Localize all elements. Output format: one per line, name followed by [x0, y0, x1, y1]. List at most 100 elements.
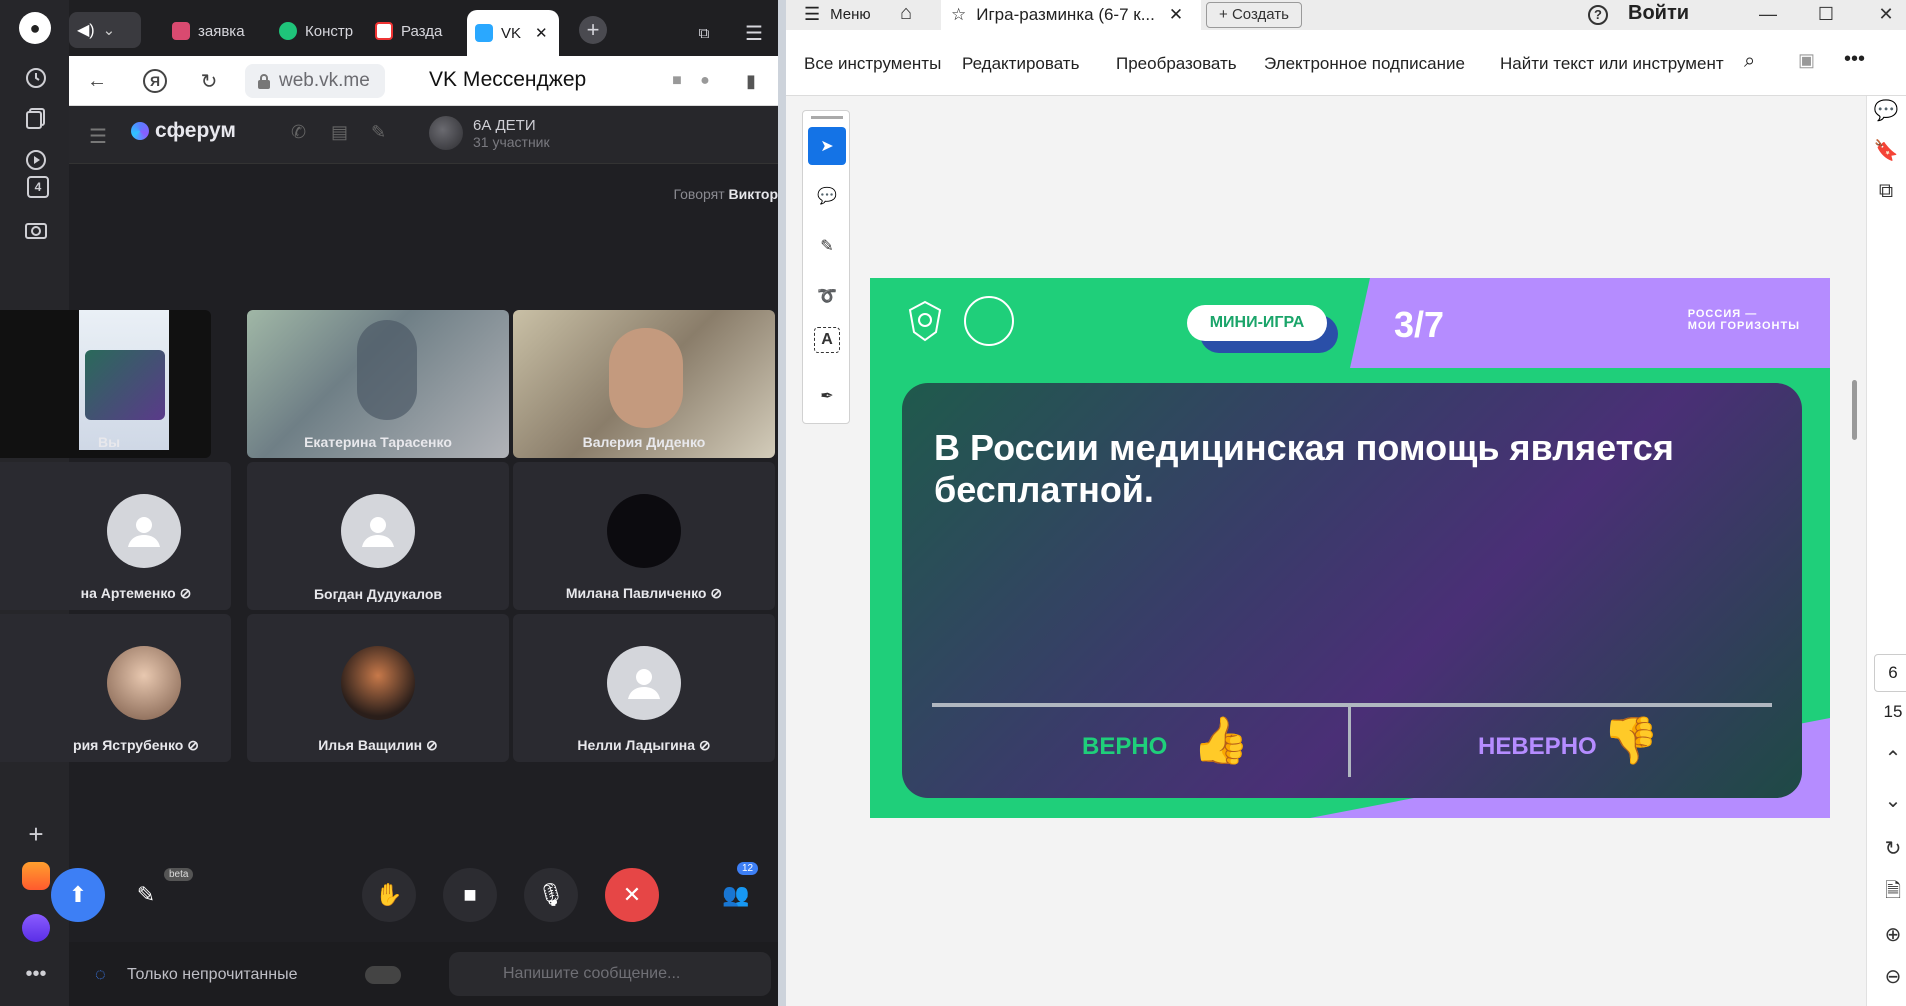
- default-avatar: [107, 494, 181, 568]
- shared-slide-thumbnail: [85, 350, 165, 420]
- all-tools-menu[interactable]: Все инструменты: [804, 54, 941, 74]
- bookmark-icon[interactable]: ▮: [739, 69, 763, 93]
- zoom-out-icon[interactable]: ⊖: [1876, 962, 1906, 992]
- mail-app-icon[interactable]: [22, 862, 50, 890]
- menu-label: Меню: [830, 6, 871, 23]
- history-icon[interactable]: [22, 64, 50, 92]
- freehand-draw-icon[interactable]: ➰: [808, 277, 846, 315]
- participant-tile[interactable]: рия Яструбенко ⊘: [0, 614, 231, 762]
- login-button[interactable]: Войти: [1628, 2, 1689, 25]
- menu-button[interactable]: ☰ Меню: [804, 4, 871, 25]
- new-tab-button[interactable]: +: [579, 16, 607, 44]
- comments-panel-icon[interactable]: 💬: [1869, 96, 1903, 126]
- unread-filter-icon: ◌: [95, 964, 106, 984]
- participant-tile[interactable]: Валерия Диденко: [513, 310, 775, 458]
- camera-button[interactable]: ■: [443, 868, 497, 922]
- participant-tile-self[interactable]: Вы: [0, 310, 211, 458]
- tabs-menu-icon[interactable]: ⧉: [689, 14, 719, 52]
- participant-name-row: на Артеменко ⊘: [41, 585, 231, 602]
- page-number-input[interactable]: 6: [1874, 654, 1906, 692]
- yandex-logo-icon[interactable]: Я: [143, 69, 167, 93]
- reload-icon[interactable]: ↻: [197, 69, 221, 93]
- tab-vk[interactable]: VK ✕: [467, 10, 559, 56]
- mic-off-icon: ⊘: [426, 737, 438, 753]
- default-avatar: [341, 494, 415, 568]
- vk-menu-icon[interactable]: ☰: [89, 124, 107, 149]
- archive-icon[interactable]: ▤: [331, 122, 348, 143]
- text-box-icon[interactable]: A: [814, 327, 840, 353]
- minimize-icon[interactable]: —: [1756, 0, 1780, 28]
- play-icon[interactable]: [22, 146, 50, 174]
- message-input[interactable]: Напишите сообщение...: [449, 952, 771, 996]
- coat-of-arms-emblem: [900, 296, 950, 346]
- tab-zayavka[interactable]: заявка: [164, 12, 264, 50]
- edit-menu[interactable]: Редактировать: [962, 54, 1079, 74]
- help-icon[interactable]: ?: [1588, 5, 1608, 25]
- profile-icon[interactable]: ●: [19, 12, 51, 44]
- alice-icon[interactable]: [22, 914, 50, 942]
- hamburger-menu-icon[interactable]: ☰: [739, 14, 769, 52]
- create-button[interactable]: + Создать: [1206, 2, 1302, 28]
- select-cursor-icon[interactable]: ➤: [808, 127, 846, 165]
- rotate-icon[interactable]: ↻: [1876, 834, 1906, 864]
- more-dots-icon[interactable]: •••: [22, 960, 50, 988]
- participant-tile[interactable]: Нелли Ладыгина ⊘: [513, 614, 775, 762]
- chat-avatar: [429, 116, 463, 150]
- screenshot-icon[interactable]: [22, 216, 50, 244]
- add-panel-icon[interactable]: +: [22, 819, 50, 849]
- esign-menu[interactable]: Электронное подписание: [1264, 54, 1465, 74]
- page-down-icon[interactable]: ⌄: [1876, 786, 1906, 816]
- sign-icon[interactable]: ✒: [808, 377, 846, 415]
- microphone-button[interactable]: 🎙: [524, 868, 578, 922]
- highlight-pen-icon[interactable]: ✎: [808, 227, 846, 265]
- call-add-icon[interactable]: ✆: [291, 122, 306, 143]
- mic-icon[interactable]: ●: [693, 69, 717, 93]
- star-icon[interactable]: ☆: [951, 5, 966, 25]
- hang-up-button[interactable]: ✕: [605, 868, 659, 922]
- close-window-icon[interactable]: ✕: [1874, 0, 1898, 28]
- camera-icon[interactable]: ■: [665, 69, 689, 93]
- compose-icon[interactable]: ✎: [371, 122, 386, 143]
- collections-icon[interactable]: [22, 104, 50, 132]
- participants-button[interactable]: 👥: [709, 868, 763, 922]
- vertical-scrollbar-thumb[interactable]: [1852, 380, 1857, 440]
- export-page-icon[interactable]: 🗎: [1876, 876, 1906, 906]
- more-options-icon[interactable]: •••: [1844, 48, 1865, 71]
- chat-info[interactable]: 6А ДЕТИ 31 участник: [429, 116, 550, 150]
- tab-konstr[interactable]: Констр: [271, 12, 361, 50]
- speaking-name: Виктор: [728, 186, 779, 202]
- back-arrow-icon[interactable]: ←: [85, 69, 109, 93]
- document-tab[interactable]: ☆ Игра-разминка (6-7 к... ✕: [941, 0, 1201, 30]
- bookmarks-panel-icon[interactable]: 🔖: [1869, 136, 1903, 166]
- thumbs-up-icon: 👍: [1192, 714, 1250, 766]
- participant-tile[interactable]: Илья Ващилин ⊘: [247, 614, 509, 762]
- dark-avatar: [607, 494, 681, 568]
- document-tab-title: Игра-разминка (6-7 к...: [976, 5, 1155, 24]
- tab-count-badge[interactable]: 4: [27, 176, 49, 198]
- unread-toggle[interactable]: [365, 966, 401, 984]
- raise-hand-button[interactable]: ✋: [362, 868, 416, 922]
- pages-panel-icon[interactable]: ⧉: [1869, 176, 1903, 206]
- participant-tile[interactable]: на Артеменко ⊘: [0, 462, 231, 610]
- convert-menu[interactable]: Преобразовать: [1116, 54, 1237, 74]
- maximize-icon[interactable]: ☐: [1814, 0, 1838, 28]
- participant-tile[interactable]: Богдан Дудукалов: [247, 462, 509, 610]
- zoom-in-icon[interactable]: ⊕: [1876, 920, 1906, 950]
- sound-tab-control[interactable]: ◀) ⌄: [69, 12, 141, 48]
- find-tool-field[interactable]: Найти текст или инструмент: [1500, 54, 1724, 74]
- participant-tile[interactable]: Милана Павличенко ⊘: [513, 462, 775, 610]
- share-screen-button[interactable]: ⬆: [51, 868, 105, 922]
- url-field[interactable]: web.vk.me: [245, 64, 385, 98]
- home-icon[interactable]: ⌂: [900, 2, 912, 25]
- save-icon[interactable]: ▣: [1798, 50, 1815, 71]
- page-up-icon[interactable]: ⌃: [1876, 744, 1906, 774]
- participant-tile[interactable]: Екатерина Тарасенко: [247, 310, 509, 458]
- user-icon: [362, 517, 394, 547]
- close-document-icon[interactable]: ✕: [1169, 5, 1183, 25]
- tab-razda[interactable]: Разда: [367, 12, 447, 50]
- add-comment-icon[interactable]: 💬: [808, 177, 846, 215]
- window-splitter[interactable]: [778, 0, 786, 1006]
- search-icon[interactable]: ⌕: [1744, 50, 1755, 73]
- video-face: [609, 328, 683, 428]
- close-tab-icon[interactable]: ✕: [535, 24, 548, 42]
